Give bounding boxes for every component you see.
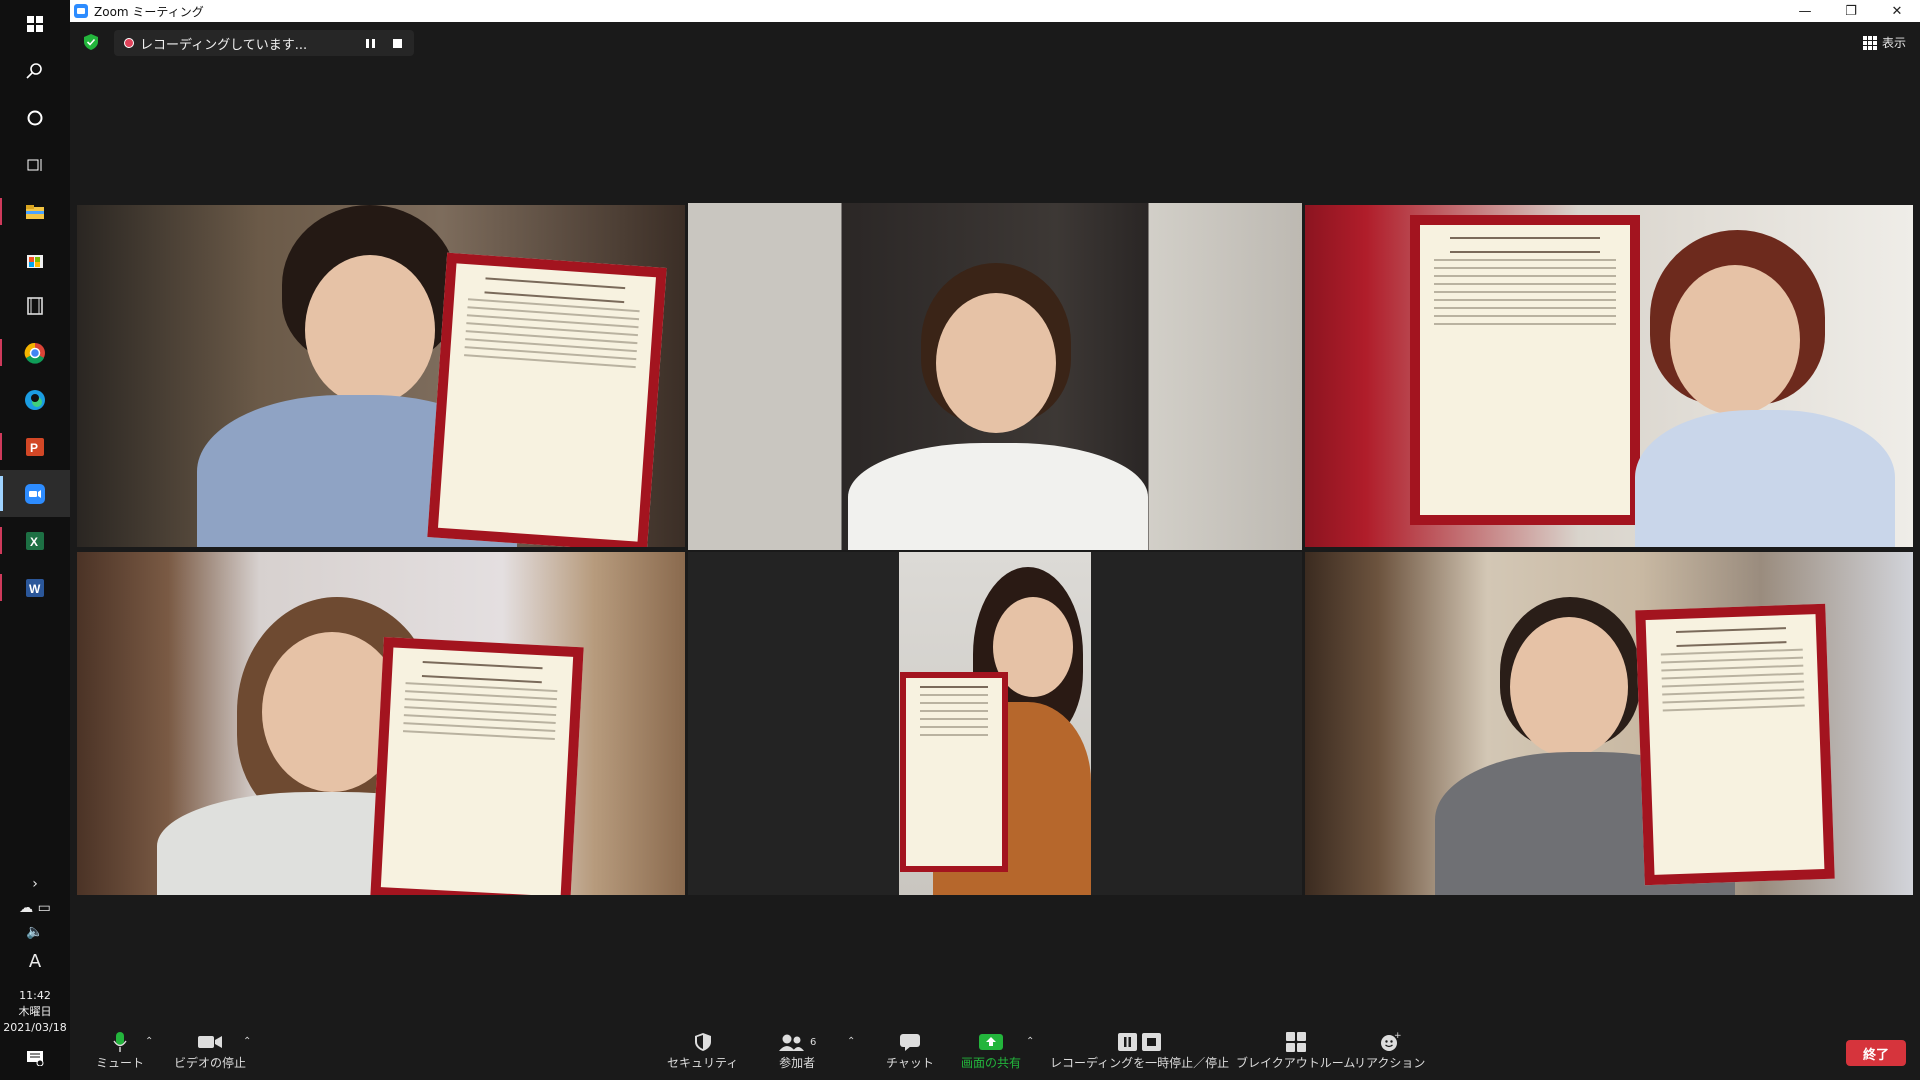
breakout-rooms-button[interactable]: ブレイクアウトルーム (1236, 1030, 1355, 1071)
participants-icon: 6 (778, 1030, 816, 1054)
person-white-shirt (848, 443, 1148, 550)
participants-options-chevron-up-icon[interactable]: ⌃ (847, 1036, 855, 1047)
stop-video-label: ビデオの停止 (174, 1056, 247, 1070)
meeting-controls-toolbar: ミュート ⌃ ビデオの停止 ⌃ セキュリティ 6 参加者 ⌃ チャット 画面の共… (70, 1016, 1920, 1080)
person-face (936, 293, 1056, 433)
window-title-bar: Zoom ミーティング — ❐ ✕ (70, 0, 1920, 22)
minimize-button[interactable]: — (1782, 0, 1828, 22)
close-window-button[interactable]: ✕ (1874, 0, 1920, 22)
microsoft-store-icon[interactable] (0, 235, 70, 282)
security-label: セキュリティ (667, 1056, 739, 1070)
word-icon[interactable]: W (0, 564, 70, 611)
certificate (427, 252, 667, 547)
system-tray: › ☁ ▭ 🔈 A 11:42 木曜日 2021/03/18 (0, 872, 70, 1080)
meeting-top-bar: レコーディングしています... 表示 (70, 22, 1920, 64)
video-tile-participant-3[interactable] (1305, 205, 1913, 547)
volume-icon[interactable]: 🔈 (26, 920, 43, 944)
person-face (1670, 265, 1800, 415)
security-button[interactable]: セキュリティ (667, 1030, 738, 1071)
video-tile-participant-4[interactable] (77, 552, 685, 895)
video-options-chevron-up-icon[interactable]: ⌃ (243, 1036, 251, 1047)
excel-icon[interactable]: X (0, 517, 70, 564)
breakout-rooms-grid-icon (1285, 1030, 1307, 1054)
share-screen-label: 画面の共有 (961, 1056, 1022, 1070)
person-face (1510, 617, 1628, 757)
recording-control-label: レコーディングを一時停止／停止 (1050, 1056, 1230, 1070)
encryption-shield-icon[interactable] (84, 34, 98, 50)
pause-stop-recording-icon (1117, 1030, 1163, 1054)
end-meeting-button[interactable]: 終了 (1846, 1040, 1906, 1066)
chat-label: チャット (886, 1056, 934, 1070)
share-options-chevron-up-icon[interactable]: ⌃ (1026, 1036, 1034, 1047)
reactions-label: リアクション (1354, 1056, 1426, 1070)
mute-label: ミュート (96, 1056, 145, 1070)
audio-options-chevron-up-icon[interactable]: ⌃ (145, 1036, 153, 1047)
pause-recording-icon[interactable] (366, 38, 375, 48)
reactions-button[interactable]: + リアクション (1354, 1030, 1425, 1071)
zoom-logo-icon (74, 4, 88, 18)
recording-status-text: レコーディングしています... (140, 37, 308, 53)
clock-weekday[interactable]: 木曜日 (19, 1004, 52, 1020)
video-tile-participant-5[interactable] (688, 552, 1302, 895)
certificate (900, 672, 1008, 872)
smiley-plus-icon: + (1379, 1030, 1401, 1054)
grid-view-icon (1862, 35, 1877, 50)
participants-button[interactable]: 6 参加者 (778, 1030, 816, 1071)
stop-video-button[interactable]: ビデオの停止 (174, 1030, 246, 1071)
video-tile-participant-1[interactable] (77, 205, 685, 547)
film-icon[interactable] (0, 282, 70, 329)
onedrive-network-icon[interactable]: ☁ ▭ (19, 896, 51, 920)
view-label: 表示 (1881, 36, 1906, 50)
microphone-icon (113, 1030, 127, 1054)
windows-taskbar: P X W › ☁ ▭ 🔈 A 11:42 木曜日 2021/03/18 (0, 0, 70, 1080)
file-explorer-icon[interactable] (0, 188, 70, 235)
windows-start-icon[interactable] (0, 0, 70, 47)
powerpoint-icon[interactable]: P (0, 423, 70, 470)
person-face (305, 255, 435, 405)
svg-text:+: + (1394, 1031, 1401, 1041)
zoom-app-icon[interactable] (0, 470, 70, 517)
chrome-icon[interactable] (0, 329, 70, 376)
window-title: Zoom ミーティング (94, 4, 204, 19)
recording-control-button[interactable]: レコーディングを一時停止／停止 (1050, 1030, 1229, 1071)
stop-recording-icon[interactable] (393, 38, 402, 48)
chat-bubble-icon (899, 1030, 921, 1054)
certificate (1410, 215, 1640, 525)
notifications-icon[interactable] (26, 1036, 44, 1080)
mute-button[interactable]: ミュート (96, 1030, 144, 1071)
share-screen-icon (978, 1030, 1004, 1054)
task-view-icon[interactable] (0, 141, 70, 188)
recording-dot-icon (124, 38, 134, 48)
video-tile-participant-6[interactable] (1305, 552, 1913, 895)
svg-text:W: W (29, 582, 41, 596)
clock-date[interactable]: 2021/03/18 (3, 1020, 66, 1036)
video-camera-icon (197, 1030, 223, 1054)
recording-indicator: レコーディングしています... (114, 30, 414, 56)
person-blue-shirt (1635, 410, 1895, 547)
participants-label: 参加者 (779, 1056, 816, 1070)
security-shield-icon (694, 1030, 712, 1054)
participant-count: 6 (810, 1036, 817, 1048)
breakout-rooms-label: ブレイクアウトルーム (1236, 1056, 1356, 1070)
svg-text:P: P (30, 441, 38, 455)
show-hidden-icons-icon[interactable]: › (32, 872, 38, 896)
cortana-icon[interactable] (0, 94, 70, 141)
certificate (370, 636, 584, 895)
share-screen-button[interactable]: 画面の共有 (961, 1030, 1021, 1071)
view-button[interactable]: 表示 (1862, 34, 1906, 51)
video-tile-participant-2-active-speaker[interactable] (688, 203, 1302, 550)
clock-time[interactable]: 11:42 (19, 988, 51, 1004)
edge-icon[interactable] (0, 376, 70, 423)
svg-text:X: X (30, 535, 38, 549)
search-icon[interactable] (0, 47, 70, 94)
certificate (1635, 603, 1835, 886)
chat-button[interactable]: チャット (886, 1030, 934, 1071)
ime-indicator[interactable]: A (29, 944, 41, 978)
maximize-button[interactable]: ❐ (1828, 0, 1874, 22)
